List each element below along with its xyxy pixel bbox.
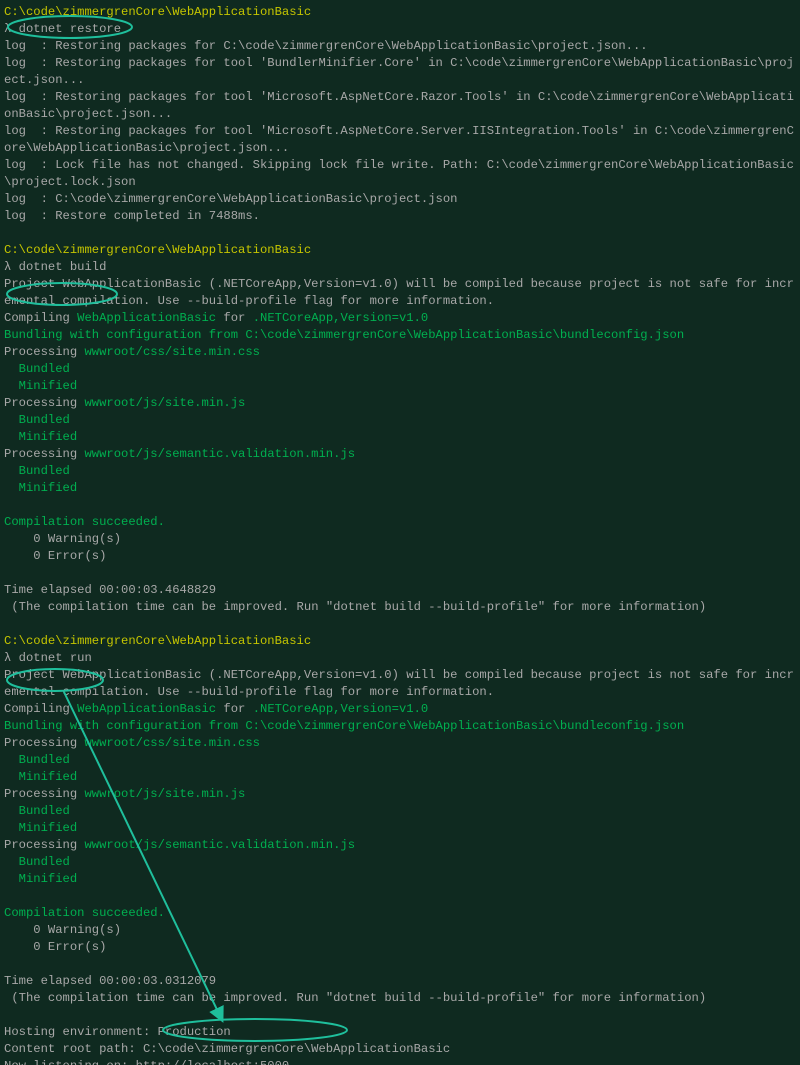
command-dotnet-run: dotnet run xyxy=(19,651,92,665)
terminal-output: C:\code\zimmergrenCore\WebApplicationBas… xyxy=(0,0,800,1065)
command-dotnet-restore: dotnet restore xyxy=(19,22,121,36)
command-dotnet-build: dotnet build xyxy=(19,260,107,274)
